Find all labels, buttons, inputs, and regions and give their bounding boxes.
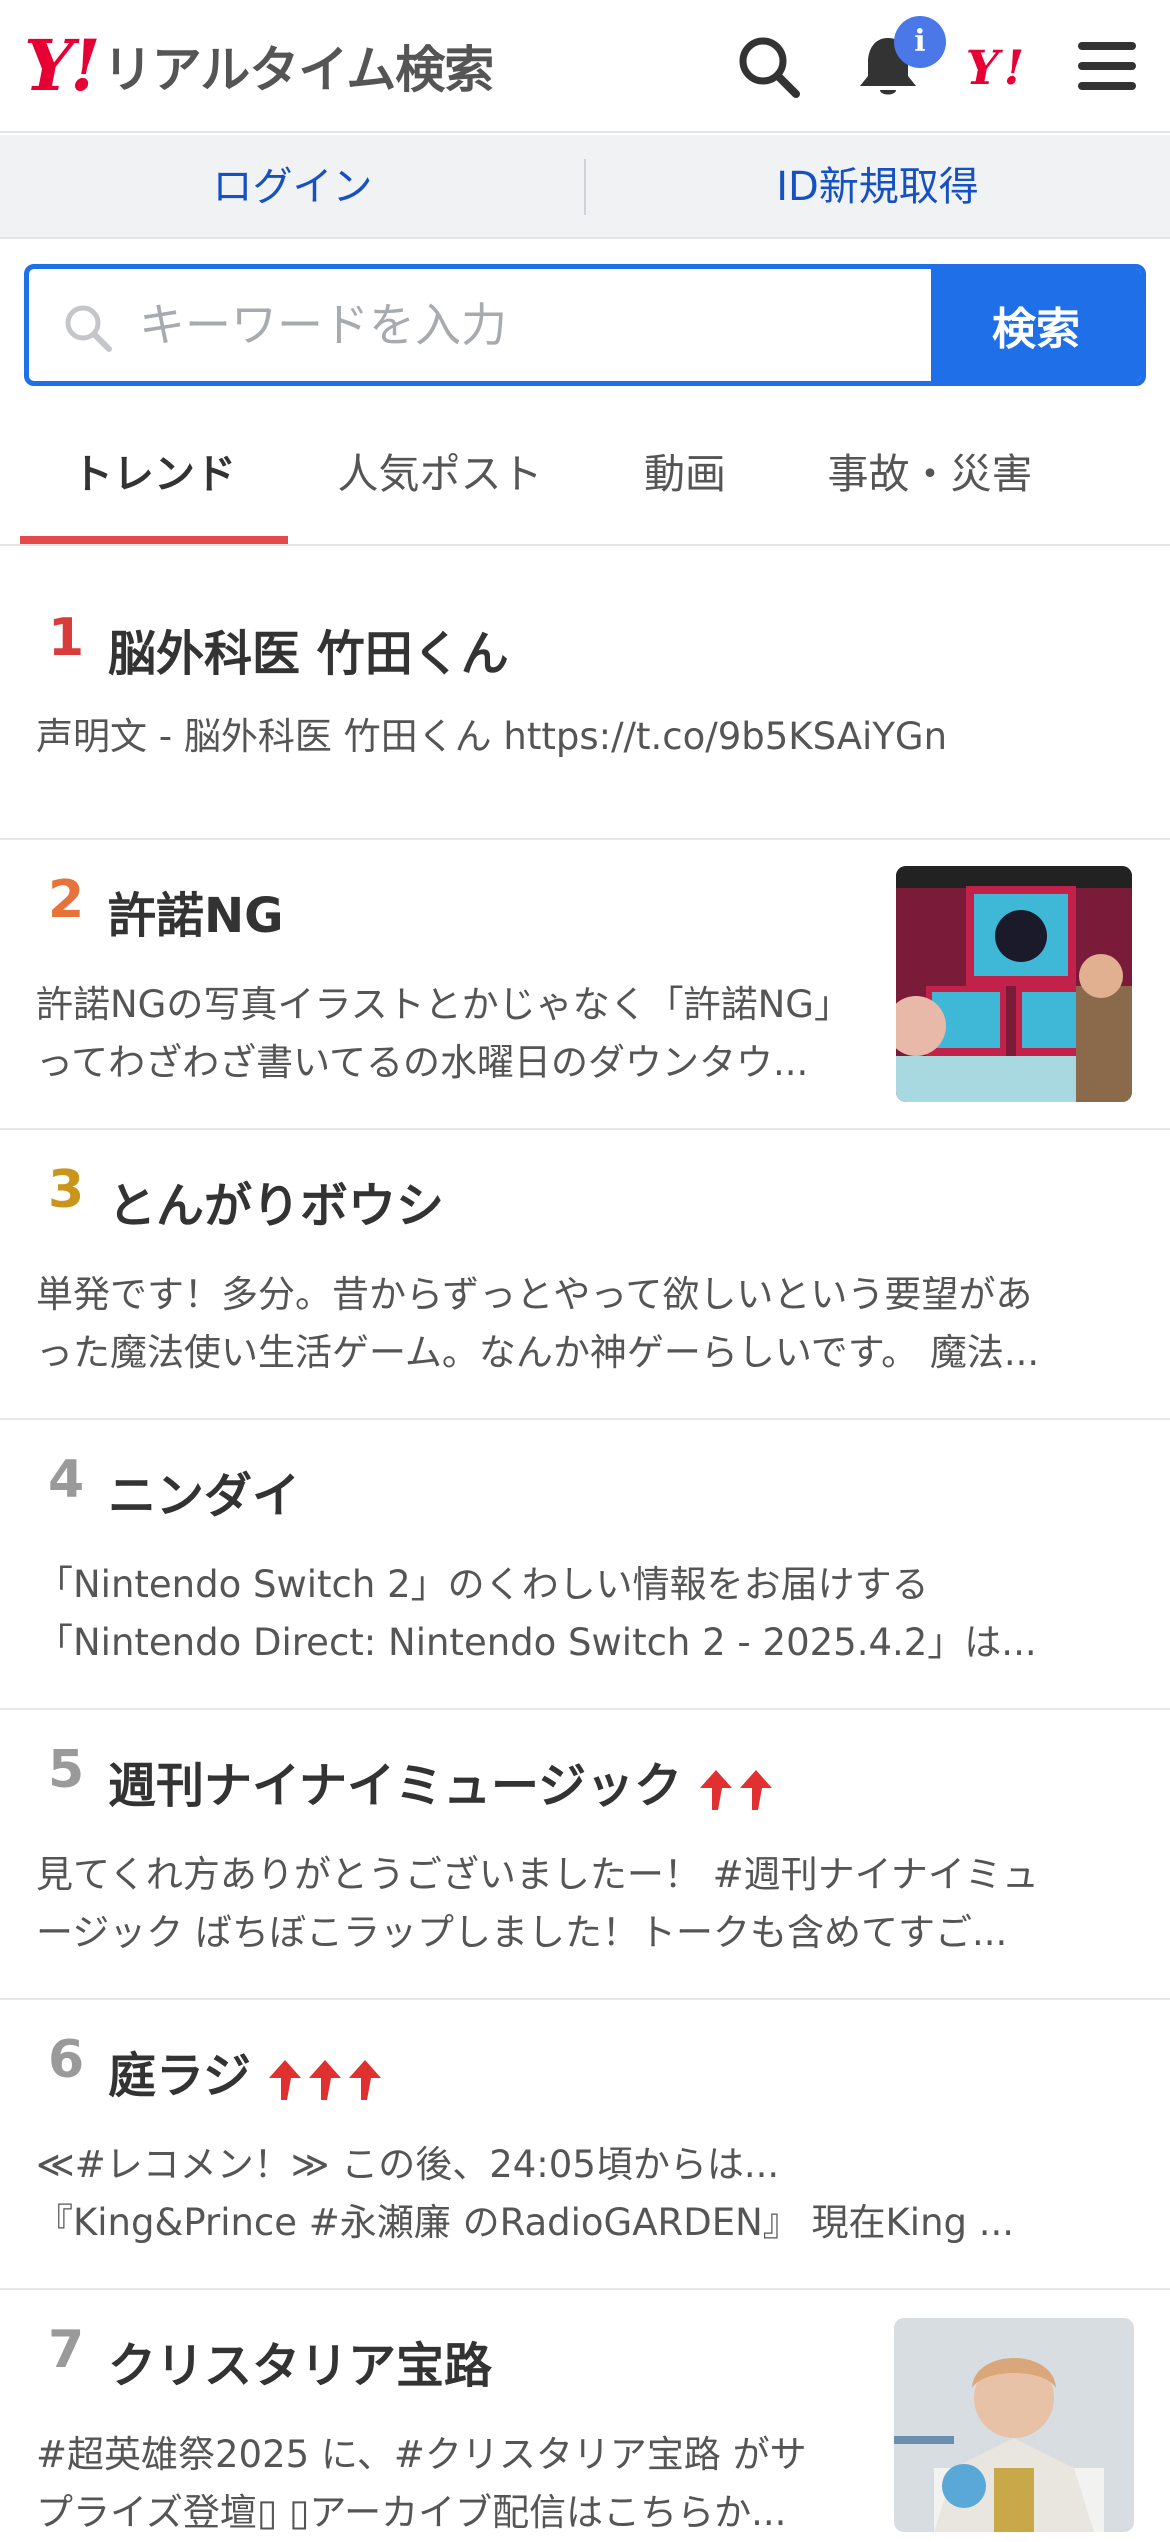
trend-description: 単発です！多分。昔からずっとやって欲しいという要望があ った魔法使い生活ゲーム。… (36, 1266, 1136, 1382)
tab-bar: トレンド 人気ポスト 動画 事故・災害 (0, 410, 1170, 546)
rising-arrows-icon (269, 2060, 382, 2100)
trend-item-4[interactable]: 4 ニンダイ 「Nintendo Switch 2」のくわしい情報をお届けする … (0, 1420, 1170, 1710)
trend-description-line: 見てくれ方ありがとうございましたー！ #週刊ナイナイミュ (36, 1853, 1039, 1896)
tab-accident-disaster[interactable]: 事故・災害 (790, 410, 1070, 544)
trend-title: 庭ラジ (108, 2048, 252, 2104)
trend-description: 見てくれ方ありがとうございましたー！ #週刊ナイナイミュ ージック ばちぼこラッ… (36, 1846, 1136, 1962)
tab-video[interactable]: 動画 (600, 410, 770, 544)
tab-trend[interactable]: トレンド (20, 410, 288, 544)
trend-description-line: プライズ登壇▯ ▯アーカイブ配信はこちらか... (36, 2491, 787, 2534)
notification-badge[interactable]: i (894, 16, 946, 68)
rising-arrows-icon (700, 1770, 773, 1810)
trend-description-line: 単発です！多分。昔からずっとやって欲しいという要望があ (36, 1273, 1033, 1316)
trend-description-line: 「Nintendo Direct: Nintendo Switch 2 - 20… (36, 1621, 1037, 1664)
active-tab-indicator (20, 536, 288, 544)
trend-description: 「Nintendo Switch 2」のくわしい情報をお届けする 「Ninten… (36, 1556, 1136, 1672)
trend-description: 声明文 - 脳外科医 竹田くん https://t.co/9b5KSAiYGn (36, 708, 1136, 766)
logo-mark: Y! (24, 24, 101, 107)
trend-rank: 6 (48, 2030, 85, 2090)
trend-description: #超英雄祭2025 に、#クリスタリア宝路 がサ プライズ登壇▯ ▯アーカイブ配… (36, 2426, 866, 2542)
trend-description: ≪#レコメン！≫ この後、24:05頃からは... 『King&Prince #… (36, 2136, 1136, 2252)
trend-thumbnail[interactable] (894, 2318, 1134, 2532)
trend-item-6[interactable]: 6 庭ラジ ≪#レコメン！≫ この後、24:05頃からは... 『King&Pr… (0, 2000, 1170, 2290)
trend-item-2[interactable]: 2 許諾NG 許諾NGの写真イラストとかじゃなく「許諾NG」 ってわざわざ書いて… (0, 840, 1170, 1130)
tab-popular-posts[interactable]: 人気ポスト (300, 410, 580, 544)
search-button[interactable]: 検索 (931, 269, 1141, 381)
trend-rank: 2 (48, 870, 85, 930)
svg-text:!: ! (1004, 41, 1025, 96)
trend-description-line: ≪#レコメン！≫ この後、24:05頃からは... (36, 2143, 780, 2186)
account-bar: ログイン ID新規取得 (0, 135, 1170, 239)
trend-item-7[interactable]: 7 クリスタリア宝路 #超英雄祭2025 に、#クリスタリア宝路 がサ プライズ… (0, 2290, 1170, 2534)
logo-text: リアルタイム検索 (102, 41, 494, 99)
trend-rank: 5 (48, 1740, 85, 1800)
trend-item-1[interactable]: 1 脳外科医 竹田くん 声明文 - 脳外科医 竹田くん https://t.co… (0, 548, 1170, 840)
trend-description-line: 「Nintendo Switch 2」のくわしい情報をお届けする (36, 1563, 929, 1606)
register-link[interactable]: ID新規取得 (585, 135, 1170, 239)
trend-description-line: 声明文 - 脳外科医 竹田くん https://t.co/9b5KSAiYGn (36, 715, 948, 758)
trend-rank: 7 (48, 2320, 85, 2380)
trend-title: 週刊ナイナイミュージック (108, 1758, 683, 1814)
trend-item-5[interactable]: 5 週刊ナイナイミュージック 見てくれ方ありがとうございましたー！ #週刊ナイナ… (0, 1710, 1170, 2000)
trend-description-line: 許諾NGの写真イラストとかじゃなく「許諾NG」 (36, 983, 851, 1026)
trend-item-3[interactable]: 3 とんがりボウシ 単発です！多分。昔からずっとやって欲しいという要望があ った… (0, 1130, 1170, 1420)
trend-title: ニンダイ (108, 1468, 301, 1524)
search-icon[interactable] (732, 30, 804, 102)
trend-description-line: 『King&Prince #永瀬廉 のRadioGARDEN』 現在King .… (36, 2201, 1015, 2244)
yahoo-japan-icon[interactable]: Y ! (964, 30, 1036, 102)
menu-icon[interactable] (1070, 30, 1142, 102)
trend-title: クリスタリア宝路 (108, 2338, 493, 2394)
trend-description-line: ってわざわざ書いてるの水曜日のダウンタウ... (36, 1041, 809, 1084)
trend-title: 許諾NG (108, 888, 284, 944)
search-box: 検索 (24, 264, 1146, 386)
yahoo-realtime-logo[interactable]: Y! リアルタイム検索 (24, 24, 494, 107)
trend-title-row: 庭ラジ (108, 2036, 389, 2106)
app-header: Y! リアルタイム検索 i Y ! (0, 0, 1170, 133)
trend-thumbnail[interactable] (896, 866, 1132, 1102)
login-link[interactable]: ログイン (0, 135, 585, 239)
trend-rank: 4 (48, 1450, 85, 1510)
trend-description-line: ージック ばちぼこラップしました！トークも含めてすご... (36, 1911, 1008, 1954)
trend-description: 許諾NGの写真イラストとかじゃなく「許諾NG」 ってわざわざ書いてるの水曜日のダ… (36, 976, 866, 1092)
trend-description-line: #超英雄祭2025 に、#クリスタリア宝路 がサ (36, 2433, 807, 2476)
trend-title-row: 週刊ナイナイミュージック (108, 1746, 780, 1816)
trend-rank: 1 (48, 608, 85, 668)
trend-rank: 3 (48, 1160, 85, 1220)
trend-description-line: った魔法使い生活ゲーム。なんか神ゲーらしいです。 魔法... (36, 1331, 1040, 1374)
svg-text:Y: Y (966, 41, 1004, 96)
trend-title: とんがりボウシ (108, 1178, 445, 1234)
search-icon (65, 305, 112, 352)
trend-title: 脳外科医 竹田くん (108, 626, 509, 682)
search-input[interactable] (139, 269, 929, 381)
